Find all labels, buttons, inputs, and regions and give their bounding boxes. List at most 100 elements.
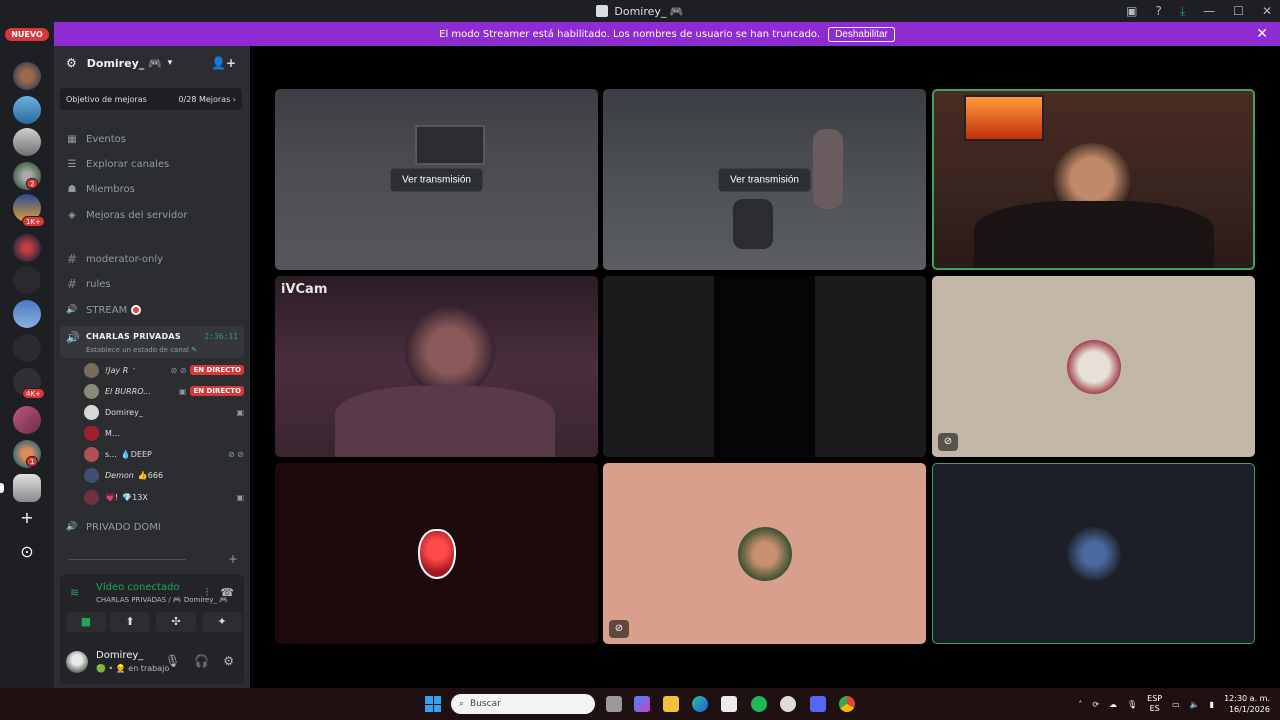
user-name[interactable]: Domirey_ (96, 650, 143, 661)
maximize-button[interactable]: ☐ (1233, 4, 1244, 18)
watch-stream-button[interactable]: Ver transmisión (718, 168, 811, 191)
menu-members[interactable]: ☗ Miembros (64, 178, 244, 200)
copilot-icon[interactable] (634, 696, 650, 712)
clock[interactable]: 12:30 a. m. 16/1/2026 (1224, 693, 1270, 715)
camera-button[interactable]: ■ (66, 612, 106, 632)
server-list: NUEVO 2 1K+ 4K+ 1 + ⊙ (0, 22, 54, 688)
menu-browse-channels[interactable]: ☰ Explorar canales (64, 153, 244, 175)
video-tile[interactable] (275, 463, 598, 644)
close-window-button[interactable]: ✕ (1262, 4, 1272, 18)
server-icon[interactable] (13, 266, 41, 294)
boost-goal[interactable]: Objetivo de mejoras 0/28 Mejoras › (60, 88, 242, 110)
video-tile[interactable]: ⊘ (932, 276, 1255, 457)
soundboard-button[interactable]: ✦ (202, 612, 242, 632)
watch-stream-button[interactable]: Ver transmisión (390, 168, 483, 191)
disable-streamer-button[interactable]: Deshabilitar (828, 26, 895, 42)
download-icon[interactable]: ⤓ (1180, 4, 1185, 19)
explore-icon[interactable]: ⊙ (14, 540, 40, 566)
microphone-tray-icon[interactable]: 🎙 (1127, 700, 1137, 709)
menu-events[interactable]: ▦ Eventos (64, 128, 244, 150)
minimize-button[interactable]: — (1203, 4, 1215, 18)
file-explorer-icon[interactable] (663, 696, 679, 712)
language-indicator[interactable]: ESP ES (1147, 694, 1162, 714)
server-icon[interactable] (13, 234, 41, 262)
disconnect-icon[interactable]: ☎ (220, 586, 234, 600)
cloud-icon[interactable]: ☁ (1109, 700, 1117, 709)
network-icon[interactable]: ▭ (1172, 700, 1180, 709)
activities-button[interactable]: ✣ (156, 612, 196, 632)
search-placeholder: Buscar (470, 699, 501, 709)
video-tile-speaking[interactable] (932, 89, 1255, 270)
voice-member[interactable]: Domirey_ ▣ (84, 402, 244, 422)
voice-member[interactable]: Demon 👍666 (84, 465, 244, 485)
edge-icon[interactable] (692, 696, 708, 712)
video-tile[interactable]: iVCam (275, 276, 598, 457)
menu-server-boosts[interactable]: ◈ Mejoras del servidor (64, 204, 244, 226)
settings-gear-icon[interactable]: ⚙ (223, 654, 234, 668)
inbox-icon[interactable]: ▣ (1126, 4, 1137, 18)
channel-label: STREAM (86, 304, 128, 316)
add-channel-icon[interactable]: + (228, 552, 238, 566)
server-icon[interactable] (13, 300, 41, 328)
muted-icon: ⊘ ⊘ (170, 365, 187, 375)
start-button[interactable] (425, 696, 441, 712)
voice-member[interactable]: 💗! 💎13X ▣ (84, 487, 244, 507)
noise-suppression-icon[interactable]: ⫶ (206, 586, 209, 600)
channel-charlas-privadas[interactable]: 🔊 CHARLAS PRIVADAS 2:36:11 Establece un … (60, 326, 244, 358)
volume-icon[interactable]: 🔈 (1190, 700, 1200, 709)
add-server-icon[interactable]: + (14, 506, 40, 532)
task-view-icon[interactable] (606, 696, 622, 712)
signal-icon[interactable]: ≋ (70, 586, 79, 599)
voice-member[interactable]: s... 💧DEEP ⊘ ⊘ (84, 444, 244, 464)
system-tray: ˄ ⟳ ☁ 🎙 ESP ES ▭ 🔈 ▮ 12:30 a. m. 16/1/2026 (1078, 688, 1270, 720)
channel-status-prompt[interactable]: Establece un estado de canal ✎ (86, 346, 197, 354)
person-shape (405, 306, 495, 396)
stream-tile[interactable]: Ver transmisión (275, 89, 598, 270)
help-icon[interactable]: ? (1155, 4, 1161, 18)
boost-goal-value: 0/28 Mejoras › (178, 94, 236, 104)
screen-share-button[interactable]: ⬆ (110, 612, 150, 632)
voice-member[interactable]: M... (84, 423, 244, 443)
microphone-icon[interactable]: 🎙 (165, 654, 180, 668)
avatar (84, 467, 99, 483)
invite-user-icon[interactable]: 👤+ (211, 56, 236, 70)
spotify-icon[interactable] (751, 696, 767, 712)
chevron-up-icon[interactable]: ˄ (1078, 700, 1082, 709)
avatar[interactable] (66, 651, 88, 673)
server-icon[interactable] (13, 334, 41, 362)
voice-member[interactable]: El BURRO... ▣ EN DIRECTO (84, 381, 244, 401)
server-icon[interactable] (13, 406, 41, 434)
server-icon[interactable] (13, 62, 41, 90)
channel-stream[interactable]: 🔊 STREAM (64, 299, 244, 321)
server-icon[interactable] (13, 128, 41, 156)
menu-label: Miembros (86, 183, 135, 195)
taskbar-search[interactable]: ⌕ Buscar (451, 694, 595, 714)
sync-icon[interactable]: ⟳ (1092, 700, 1099, 709)
server-icon-selected[interactable] (13, 474, 41, 502)
headphones-icon[interactable]: 🎧 (194, 654, 209, 668)
github-icon[interactable] (780, 696, 796, 712)
stream-tile[interactable]: Ver transmisión (603, 89, 926, 270)
channel-moderator-only[interactable]: # moderator-only (64, 248, 244, 270)
server-header[interactable]: ⚙ Domirey_ 🎮 ▾ 👤+ (54, 46, 250, 80)
video-off-icon: ⊘ (609, 620, 629, 638)
video-tile[interactable] (603, 276, 926, 457)
channel-rules[interactable]: # rules (64, 273, 244, 295)
chrome-icon[interactable] (839, 696, 855, 712)
server-icon[interactable] (13, 96, 41, 124)
hash-icon: # (66, 252, 78, 266)
store-icon[interactable] (721, 696, 737, 712)
voice-member[interactable]: !Jay R ᐩ ⊘ ⊘ EN DIRECTO (84, 360, 244, 380)
live-indicator-icon (131, 305, 142, 315)
discord-icon[interactable] (810, 696, 826, 712)
video-tile[interactable]: ⊘ (603, 463, 926, 644)
voice-status-title[interactable]: Vídeo conectado (96, 582, 180, 593)
channel-privado-domi[interactable]: 🔊 PRIVADO DOMI (64, 516, 244, 538)
battery-icon[interactable]: ▮ (1210, 700, 1214, 709)
member-name: Demon (105, 470, 134, 480)
new-badge[interactable]: NUEVO (5, 28, 49, 41)
server-settings-icon[interactable]: ⚙ (66, 56, 77, 70)
close-streamer-bar-icon[interactable]: ✕ (1256, 26, 1268, 42)
live-badge: EN DIRECTO (190, 365, 244, 375)
video-tile[interactable] (932, 463, 1255, 644)
